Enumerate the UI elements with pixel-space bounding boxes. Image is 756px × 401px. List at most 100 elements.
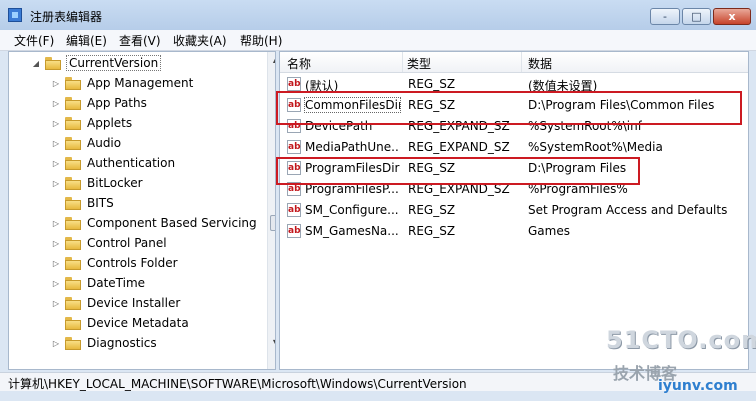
string-value-icon: ab <box>287 140 301 154</box>
tree-item-label: Component Based Servicing <box>87 216 257 230</box>
tree-item[interactable]: ▷ App Paths <box>51 93 147 113</box>
tree-item[interactable]: ▷ DateTime <box>51 273 145 293</box>
scroll-up-arrow-icon[interactable]: ▲ <box>268 52 275 68</box>
value-type: REG_SZ <box>408 203 456 217</box>
folder-icon <box>65 116 81 130</box>
string-value-icon: ab <box>287 77 301 91</box>
tree-item[interactable]: ▷ Component Based Servicing <box>51 213 257 233</box>
menu-favorites[interactable]: 收藏夹(A) <box>173 32 227 49</box>
watermark-51cto: 51CTO.com <box>606 326 756 354</box>
value-row[interactable]: ab SM_Configure... REG_SZ Set Program Ac… <box>280 200 748 221</box>
folder-icon <box>65 96 81 110</box>
column-separator[interactable] <box>402 52 403 72</box>
collapsed-arrow-icon[interactable]: ▷ <box>51 239 61 248</box>
registry-editor-window: 注册表编辑器 - □ x 文件(F) 编辑(E) 查看(V) 收藏夹(A) 帮助… <box>0 0 756 401</box>
value-data: Games <box>528 224 570 238</box>
collapsed-arrow-icon[interactable]: ▷ <box>51 119 61 128</box>
folder-icon <box>65 76 81 90</box>
folder-icon <box>65 176 81 190</box>
tree-item-currentversion[interactable]: ◢ CurrentVersion <box>31 53 162 73</box>
tree-item-label: Audio <box>87 136 122 150</box>
window-title: 注册表编辑器 <box>30 10 103 24</box>
column-header-name[interactable]: 名称 <box>287 55 311 72</box>
folder-icon <box>65 256 81 270</box>
collapsed-arrow-icon[interactable]: ▷ <box>51 259 61 268</box>
collapsed-arrow-icon[interactable]: ▷ <box>51 279 61 288</box>
tree-item-label: Diagnostics <box>87 336 157 350</box>
value-row[interactable]: ab MediaPathUne... REG_EXPAND_SZ %System… <box>280 137 748 158</box>
tree-item-label: Device Metadata <box>87 316 189 330</box>
collapsed-arrow-icon[interactable]: ▷ <box>51 219 61 228</box>
tree-item-label: App Paths <box>87 96 147 110</box>
tree-item[interactable]: ▷ Device Installer <box>51 293 180 313</box>
folder-icon <box>65 236 81 250</box>
folder-icon <box>65 336 81 350</box>
close-button[interactable]: x <box>713 8 751 25</box>
tree-item-label: Controls Folder <box>87 256 178 270</box>
value-name: SM_Configure... <box>305 203 399 217</box>
string-value-icon: ab <box>287 203 301 217</box>
minimize-button[interactable]: - <box>650 8 680 25</box>
folder-icon <box>65 156 81 170</box>
folder-icon <box>65 196 81 210</box>
tree-item[interactable]: ▷ Audio <box>51 133 121 153</box>
tree-item[interactable]: BITS <box>51 193 114 213</box>
folder-icon <box>65 276 81 290</box>
tree-scrollbar[interactable]: ▲ ▼ <box>267 52 275 369</box>
collapsed-arrow-icon[interactable]: ▷ <box>51 159 61 168</box>
menu-bar: 文件(F) 编辑(E) 查看(V) 收藏夹(A) 帮助(H) <box>0 30 756 51</box>
collapsed-arrow-icon[interactable]: ▷ <box>51 139 61 148</box>
tree-item[interactable]: ▷ Controls Folder <box>51 253 178 273</box>
tree-item-label: Control Panel <box>87 236 167 250</box>
watermark-iyunv: iyunv.com <box>658 378 738 394</box>
regedit-app-icon <box>8 8 22 22</box>
value-type: REG_SZ <box>408 224 456 238</box>
tree-item[interactable]: ▷ Applets <box>51 113 132 133</box>
value-name: SM_GamesNa... <box>305 224 399 238</box>
collapsed-arrow-icon[interactable]: ▷ <box>51 179 61 188</box>
scroll-down-arrow-icon[interactable]: ▼ <box>268 335 275 351</box>
menu-edit[interactable]: 编辑(E) <box>66 32 107 49</box>
collapsed-arrow-icon[interactable]: ▷ <box>51 339 61 348</box>
menu-help[interactable]: 帮助(H) <box>240 32 282 49</box>
scroll-thumb[interactable] <box>270 215 275 231</box>
maximize-button[interactable]: □ <box>682 8 711 25</box>
expanded-arrow-icon[interactable]: ◢ <box>31 59 41 68</box>
folder-icon <box>65 316 81 330</box>
tree-item-label: Applets <box>87 116 133 130</box>
tree-item-label: DateTime <box>87 276 146 290</box>
tree-item[interactable]: ▷ Control Panel <box>51 233 167 253</box>
tree-item-label: Device Installer <box>87 296 181 310</box>
tree-item[interactable]: ▷ Diagnostics <box>51 333 157 353</box>
column-separator[interactable] <box>521 52 522 72</box>
tree-item-label: Authentication <box>87 156 176 170</box>
menu-file[interactable]: 文件(F) <box>14 32 54 49</box>
value-data: Set Program Access and Defaults <box>528 203 728 217</box>
collapsed-arrow-icon[interactable]: ▷ <box>51 99 61 108</box>
tree-item[interactable]: Device Metadata <box>51 313 189 333</box>
folder-icon <box>65 296 81 310</box>
tree-item-label: CurrentVersion <box>65 55 162 71</box>
value-row[interactable]: ab SM_GamesNa... REG_SZ Games <box>280 221 748 242</box>
folder-icon <box>65 216 81 230</box>
column-header-type[interactable]: 类型 <box>407 55 431 72</box>
key-tree-pane[interactable]: ◢ CurrentVersion ▷ App Management ▷ App … <box>8 51 276 370</box>
tree-item[interactable]: ▷ Authentication <box>51 153 175 173</box>
collapsed-arrow-icon[interactable]: ▷ <box>51 79 61 88</box>
column-header-data[interactable]: 数据 <box>528 55 552 72</box>
tree-item-label: App Management <box>87 76 194 90</box>
value-data: %SystemRoot%\Media <box>528 140 663 154</box>
tree-item[interactable]: ▷ BitLocker <box>51 173 143 193</box>
tree-item-label: BitLocker <box>87 176 143 190</box>
value-type: REG_EXPAND_SZ <box>408 140 510 154</box>
highlight-box-commonfilesdir <box>276 91 742 125</box>
collapsed-arrow-icon[interactable]: ▷ <box>51 299 61 308</box>
title-bar: 注册表编辑器 - □ x <box>0 0 756 30</box>
highlight-box-programfilesdir <box>276 157 640 185</box>
status-path: 计算机\HKEY_LOCAL_MACHINE\SOFTWARE\Microsof… <box>8 377 467 391</box>
folder-icon <box>45 56 61 70</box>
tree-item[interactable]: ▷ App Management <box>51 73 193 93</box>
menu-view[interactable]: 查看(V) <box>119 32 161 49</box>
value-type: REG_SZ <box>408 77 456 91</box>
tree-item-label: BITS <box>87 196 114 210</box>
